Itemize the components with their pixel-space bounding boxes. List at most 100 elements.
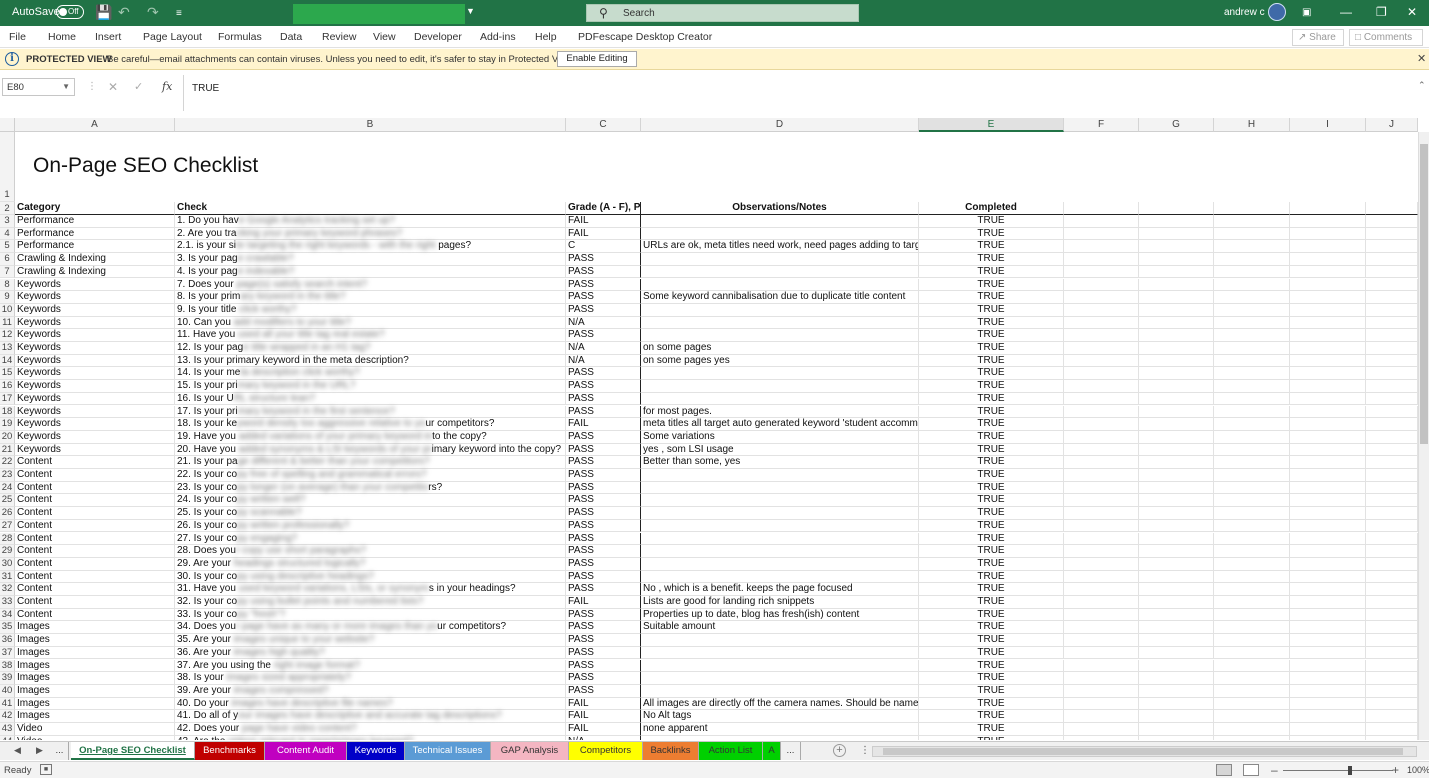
empty-cell[interactable]	[1366, 215, 1418, 228]
notes-cell[interactable]: Some keyword cannibalisation due to dupl…	[641, 291, 919, 304]
chevron-down-icon[interactable]: ▼	[62, 82, 70, 91]
check-cell[interactable]: 8. Is your primary keyword in the title?	[175, 291, 566, 304]
category-cell[interactable]: Performance	[15, 240, 175, 254]
empty-cell[interactable]	[1139, 621, 1214, 635]
empty-cell[interactable]	[1214, 303, 1290, 317]
notes-cell[interactable]: No , which is a benefit. keeps the page …	[641, 583, 919, 596]
empty-cell[interactable]	[1214, 570, 1290, 584]
sheet-tab-gap-analysis[interactable]: GAP Analysis	[491, 742, 569, 760]
row-header[interactable]: 34	[0, 608, 15, 622]
empty-cell[interactable]	[1290, 418, 1366, 431]
completed-cell[interactable]: TRUE	[919, 519, 1064, 533]
category-cell[interactable]: Content	[15, 456, 175, 469]
category-cell[interactable]: Content	[15, 570, 175, 584]
grade-cell[interactable]: PASS	[566, 392, 641, 406]
category-cell[interactable]: Images	[15, 710, 175, 723]
column-header-e[interactable]: E	[919, 118, 1064, 132]
completed-cell[interactable]: TRUE	[919, 215, 1064, 228]
autosave-toggle[interactable]: Off	[56, 5, 84, 19]
empty-cell[interactable]	[1139, 227, 1214, 241]
add-sheet-icon[interactable]: +	[833, 744, 846, 757]
empty-cell[interactable]	[1064, 570, 1139, 584]
menu-data[interactable]: Data	[280, 31, 302, 43]
notes-cell[interactable]: Suitable amount	[641, 621, 919, 635]
grade-cell[interactable]: N/A	[566, 735, 641, 740]
menu-file[interactable]: File	[9, 31, 26, 43]
check-cell[interactable]: 22. Is your copy free of spelling and gr…	[175, 469, 566, 482]
empty-cell[interactable]	[1290, 557, 1366, 571]
zoom-slider[interactable]	[1283, 770, 1393, 771]
check-cell[interactable]: 15. Is your primary keyword in the URL?	[175, 380, 566, 393]
zoom-level[interactable]: 100%	[1407, 765, 1429, 775]
empty-cell[interactable]	[1214, 253, 1290, 266]
row-header[interactable]: 7	[0, 265, 15, 279]
category-cell[interactable]: Content	[15, 608, 175, 622]
empty-cell[interactable]	[1214, 723, 1290, 736]
grade-cell[interactable]: PASS	[566, 405, 641, 419]
empty-cell[interactable]	[1064, 697, 1139, 711]
empty-cell[interactable]	[1214, 545, 1290, 558]
empty-cell[interactable]	[1139, 278, 1214, 292]
check-cell[interactable]: 32. Is your copy using bullet points and…	[175, 596, 566, 609]
menu-insert[interactable]: Insert	[95, 31, 121, 43]
completed-cell[interactable]: TRUE	[919, 735, 1064, 740]
empty-cell[interactable]	[1139, 672, 1214, 685]
empty-cell[interactable]	[1139, 557, 1214, 571]
ribbon-display-icon[interactable]: ▣	[1302, 7, 1311, 18]
empty-cell[interactable]	[1214, 367, 1290, 381]
sheet-tab-backlinks[interactable]: Backlinks	[643, 742, 699, 760]
row-header[interactable]: 14	[0, 354, 15, 368]
column-header-a[interactable]: A	[15, 118, 175, 132]
page-layout-view-icon[interactable]	[1243, 764, 1259, 776]
category-cell[interactable]: Images	[15, 621, 175, 635]
empty-cell[interactable]	[1064, 354, 1139, 368]
empty-cell[interactable]	[1139, 697, 1214, 711]
category-cell[interactable]: Keywords	[15, 329, 175, 342]
redo-icon[interactable]: ↷	[147, 4, 159, 20]
category-cell[interactable]: Images	[15, 646, 175, 660]
empty-cell[interactable]	[1214, 342, 1290, 355]
empty-cell[interactable]	[1290, 469, 1366, 482]
empty-cell[interactable]	[1214, 519, 1290, 533]
check-cell[interactable]: 40. Do your images have descriptive file…	[175, 697, 566, 711]
category-cell[interactable]: Content	[15, 583, 175, 596]
empty-cell[interactable]	[1366, 342, 1418, 355]
empty-cell[interactable]	[1366, 710, 1418, 723]
empty-cell[interactable]	[1290, 291, 1366, 304]
column-header-g[interactable]: G	[1139, 118, 1214, 132]
empty-cell[interactable]	[1064, 672, 1139, 685]
completed-cell[interactable]: TRUE	[919, 646, 1064, 660]
category-cell[interactable]: Performance	[15, 227, 175, 241]
check-cell[interactable]: 27. Is your copy engaging?	[175, 532, 566, 546]
empty-cell[interactable]	[1064, 329, 1139, 342]
empty-cell[interactable]	[1290, 215, 1366, 228]
empty-cell[interactable]	[1139, 735, 1214, 740]
empty-cell[interactable]	[1214, 291, 1290, 304]
row-header[interactable]: 39	[0, 672, 15, 685]
empty-cell[interactable]	[1214, 227, 1290, 241]
empty-cell[interactable]	[1139, 265, 1214, 279]
notes-cell[interactable]	[641, 735, 919, 740]
empty-cell[interactable]	[1139, 646, 1214, 660]
category-cell[interactable]: Keywords	[15, 380, 175, 393]
completed-cell[interactable]: TRUE	[919, 608, 1064, 622]
completed-cell[interactable]: TRUE	[919, 634, 1064, 647]
notes-cell[interactable]	[641, 469, 919, 482]
row-header[interactable]: 26	[0, 507, 15, 520]
empty-cell[interactable]	[1064, 621, 1139, 635]
empty-cell[interactable]	[1214, 380, 1290, 393]
column-header-d[interactable]: D	[641, 118, 919, 132]
check-cell[interactable]: 30. Is your copy using descriptive headi…	[175, 570, 566, 584]
empty-cell[interactable]	[1214, 202, 1290, 215]
row-header[interactable]: 15	[0, 367, 15, 381]
row-header[interactable]: 29	[0, 545, 15, 558]
empty-cell[interactable]	[1214, 557, 1290, 571]
empty-cell[interactable]	[1290, 723, 1366, 736]
notes-cell[interactable]	[641, 672, 919, 685]
empty-cell[interactable]	[1214, 405, 1290, 419]
row-header[interactable]: 41	[0, 697, 15, 711]
empty-cell[interactable]	[1290, 392, 1366, 406]
check-cell[interactable]: 36. Are your images high quality?	[175, 646, 566, 660]
check-cell[interactable]: 2.1. is your site targeting the right ke…	[175, 240, 566, 254]
notes-cell[interactable]: none apparent	[641, 723, 919, 736]
